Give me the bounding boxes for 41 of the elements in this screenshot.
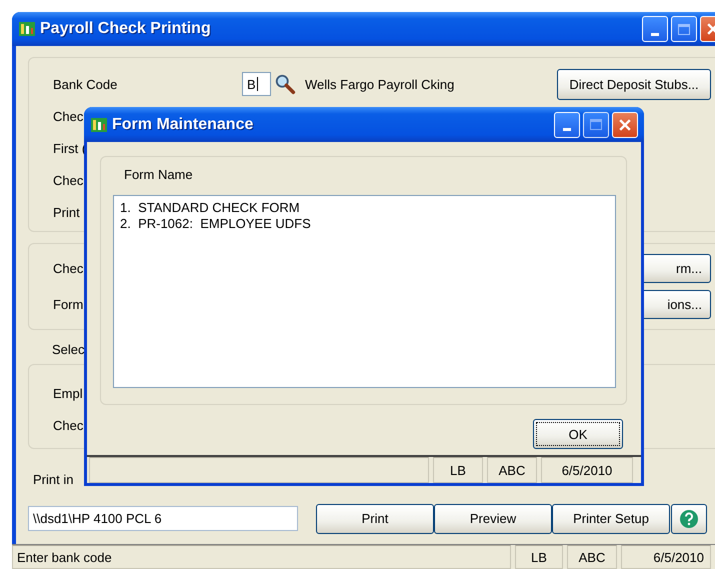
field-label: Chec: [53, 260, 84, 276]
field-label: Selec: [52, 342, 85, 356]
field-label: Bank Code: [53, 76, 118, 92]
close-button[interactable]: [612, 112, 638, 138]
field-label: Empl: [53, 386, 83, 400]
maximize-button[interactable]: [583, 112, 609, 138]
print-button[interactable]: Print: [316, 504, 434, 534]
status-cell: ABC: [567, 545, 617, 569]
status-cell: LB: [515, 545, 563, 569]
printer-field[interactable]: \\dsd1\HP 4100 PCL 6: [28, 506, 298, 531]
print-button[interactable]: Preview: [434, 504, 552, 534]
direct-deposit-button[interactable]: Direct Deposit Stubs...: [557, 68, 711, 100]
minimize-button[interactable]: [554, 112, 580, 138]
window-title: Payroll Check Printing: [40, 20, 211, 38]
group-label: Form Name: [124, 167, 194, 184]
maximize-button[interactable]: [671, 16, 697, 42]
status-cell: ABC: [487, 457, 537, 483]
list-item[interactable]: 2. PR-1062: EMPLOYEE UDFS: [120, 216, 609, 232]
status-cell: LB: [433, 457, 483, 483]
help-icon: [679, 508, 699, 528]
field-label: Print: [53, 204, 80, 220]
field-label: Chec: [53, 172, 84, 188]
bank-code-field[interactable]: B: [242, 72, 271, 96]
ok-button[interactable]: OK: [533, 419, 623, 449]
list-item[interactable]: 1. STANDARD CHECK FORM: [120, 200, 609, 216]
status-message: Enter bank code: [12, 545, 511, 569]
window-title: Form Maintenance: [112, 116, 254, 134]
status-cell: 6/5/2010: [541, 457, 633, 483]
print-button[interactable]: Printer Setup: [552, 504, 670, 534]
field-label: Chec: [53, 418, 84, 432]
close-icon: [619, 118, 631, 130]
search-icon[interactable]: [274, 73, 296, 95]
status-cell: 6/5/2010: [621, 545, 711, 569]
bank-name: Wells Fargo Payroll Cking: [305, 76, 454, 92]
minimize-button[interactable]: [642, 16, 668, 42]
app-icon: [90, 116, 108, 134]
field-label: Print in: [33, 472, 74, 486]
field-label: Chec: [53, 108, 84, 124]
app-icon: [18, 20, 36, 38]
field-label: Form: [53, 296, 84, 312]
help-button[interactable]: [671, 504, 707, 534]
